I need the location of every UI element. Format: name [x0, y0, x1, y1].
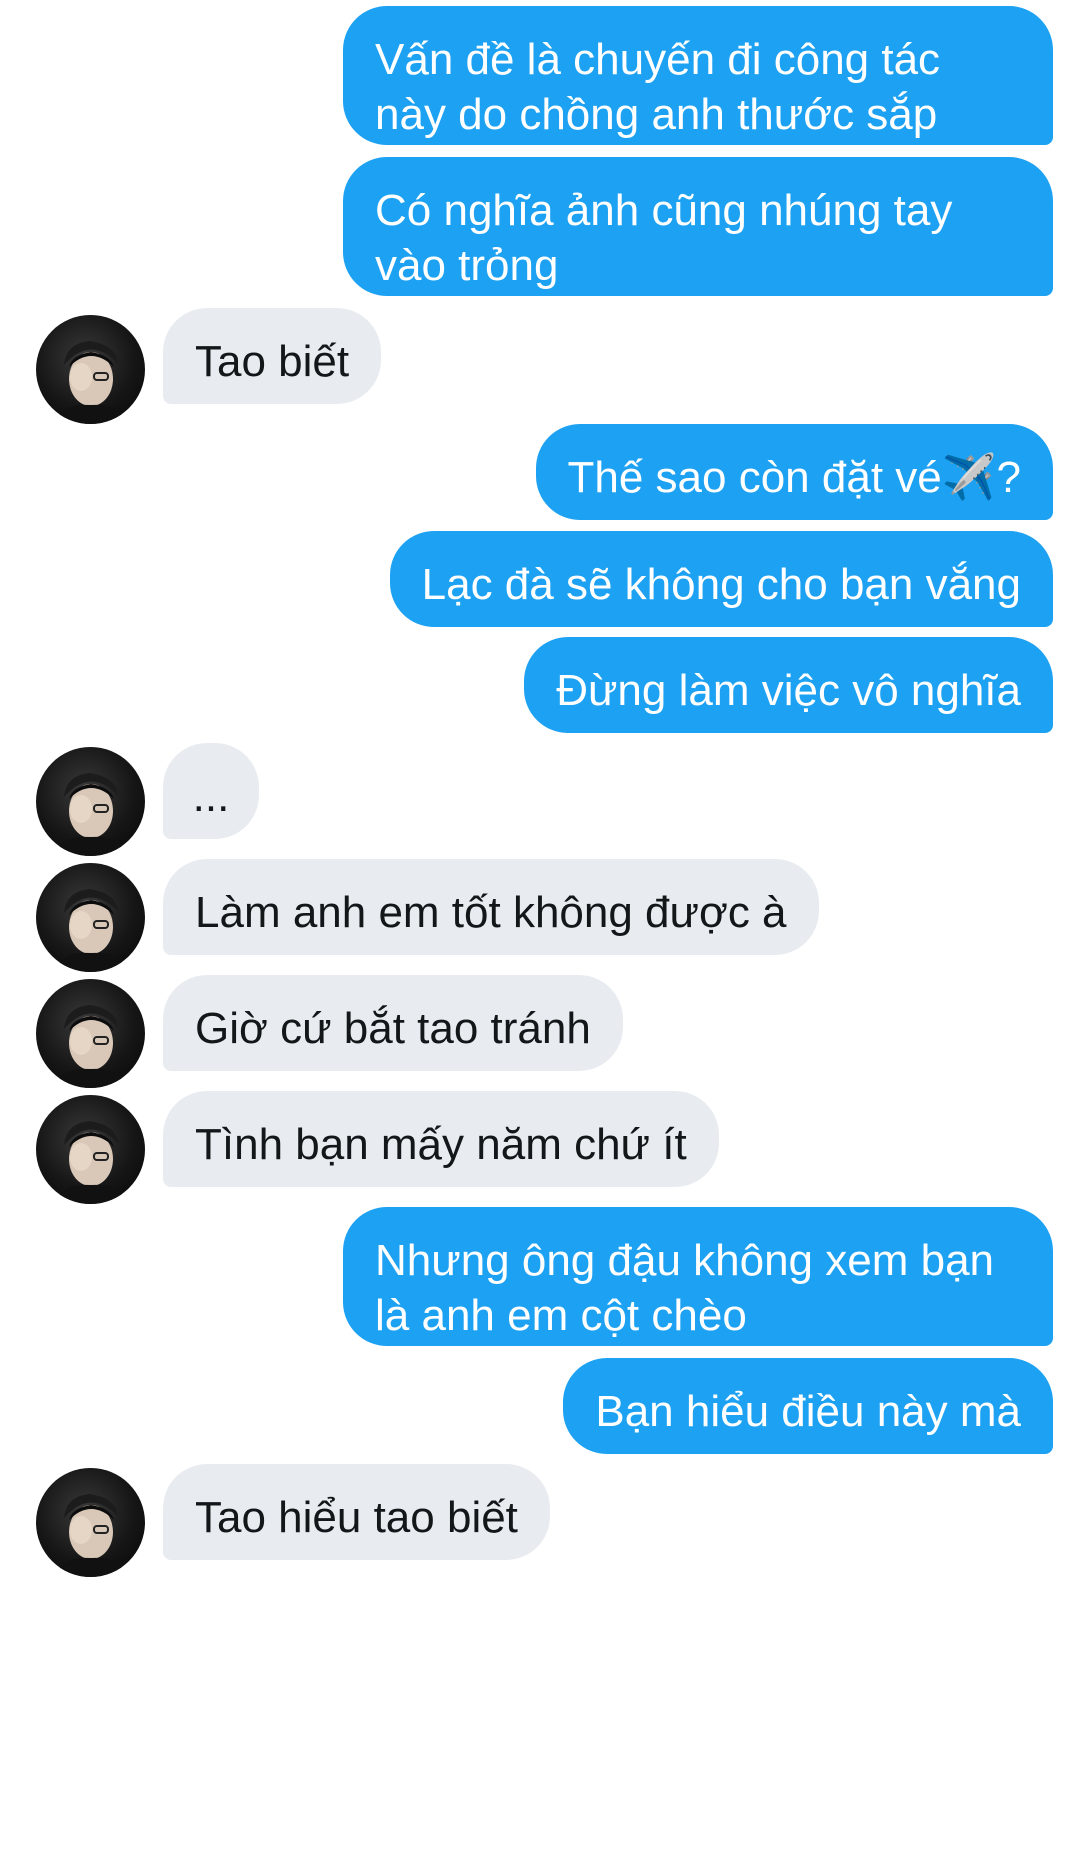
sent-message-bubble[interactable]: Bạn hiểu điều này mà — [563, 1358, 1053, 1454]
user-avatar-icon — [56, 889, 126, 972]
avatar[interactable] — [36, 315, 145, 424]
received-message-bubble[interactable]: Tình bạn mấy năm chứ ít — [163, 1091, 719, 1187]
avatar[interactable] — [36, 979, 145, 1088]
avatar[interactable] — [36, 863, 145, 972]
received-message-bubble[interactable]: Làm anh em tốt không được à — [163, 859, 819, 955]
user-avatar-icon — [56, 1121, 126, 1204]
sent-message-bubble[interactable]: Lạc đà sẽ không cho bạn vắng — [389, 531, 1053, 627]
user-avatar-icon — [56, 1005, 126, 1088]
sent-message-bubble[interactable]: Vấn đề là chuyến đi công tác này do chồn… — [343, 6, 1053, 145]
sent-message-bubble[interactable]: Đừng làm việc vô nghĩa — [524, 637, 1053, 733]
sent-message-bubble[interactable]: Thế sao còn đặt vé✈️? — [535, 424, 1053, 520]
received-message-bubble[interactable]: Giờ cứ bắt tao tránh — [163, 975, 623, 1071]
received-message-bubble[interactable]: ... — [163, 743, 259, 839]
avatar[interactable] — [36, 1468, 145, 1577]
sent-message-bubble[interactable]: Nhưng ông đậu không xem bạn là anh em cộ… — [343, 1207, 1053, 1346]
user-avatar-icon — [56, 341, 126, 424]
avatar[interactable] — [36, 747, 145, 856]
user-avatar-icon — [56, 1494, 126, 1577]
sent-message-bubble[interactable]: Có nghĩa ảnh cũng nhúng tay vào trỏng — [343, 157, 1053, 296]
avatar[interactable] — [36, 1095, 145, 1204]
received-message-bubble[interactable]: Tao hiểu tao biết — [163, 1464, 550, 1560]
received-message-bubble[interactable]: Tao biết — [163, 308, 382, 404]
user-avatar-icon — [56, 773, 126, 856]
